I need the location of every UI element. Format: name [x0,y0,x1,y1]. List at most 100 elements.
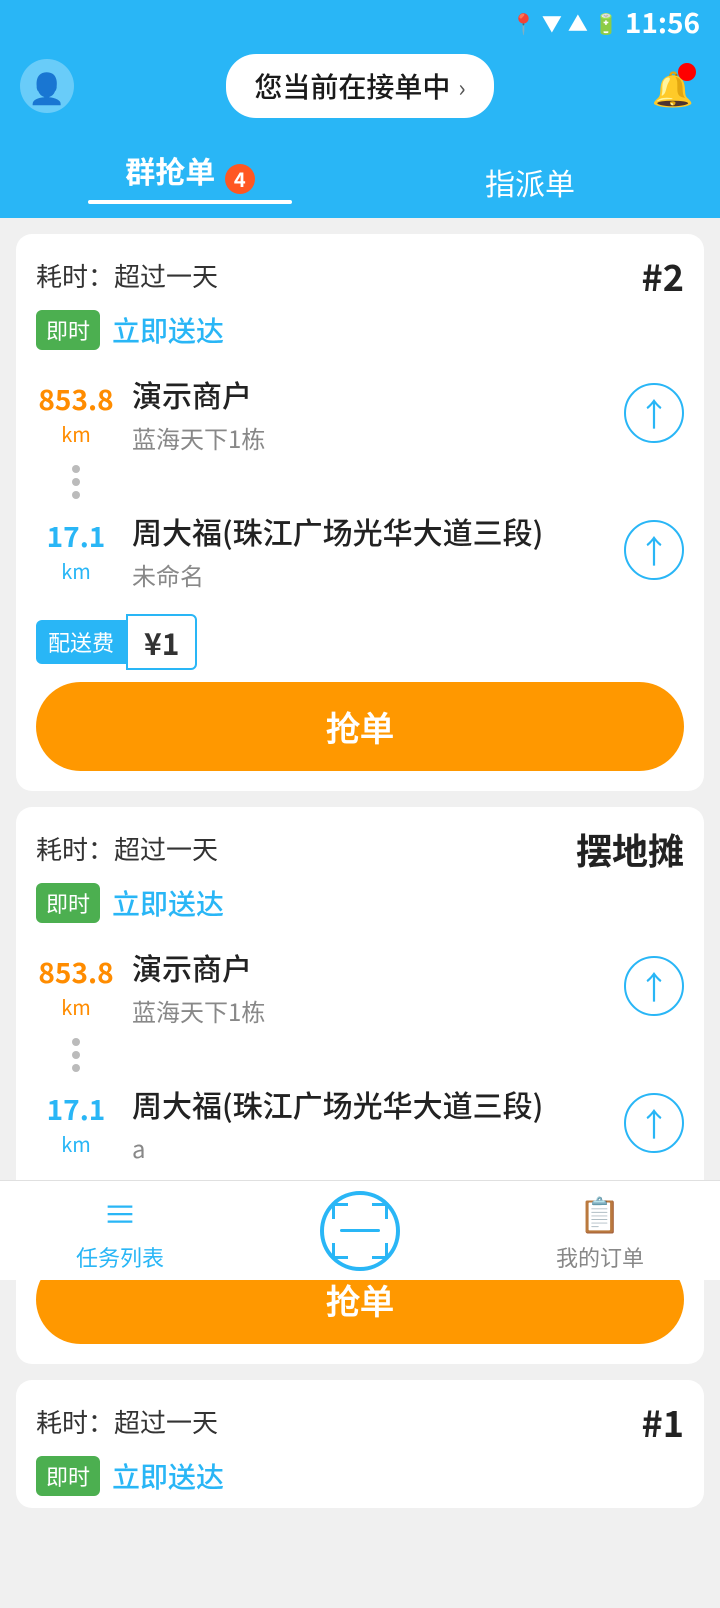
chevron-right-icon: › [458,69,465,104]
delivery-addr-2: a [132,1130,608,1165]
order-card-3: 耗时：超过一天 #1 即时 立即送达 [16,1380,704,1508]
tab-assigned-orders[interactable]: 指派单 [360,146,700,218]
nav-task-list[interactable]: ≡ 任务列表 [0,1188,240,1273]
grab-button-1[interactable]: 抢单 [36,682,684,771]
pickup-addr-1: 蓝海天下1栋 [132,420,608,455]
instant-row-2: 即时 立即送达 [16,883,704,935]
tab-group-orders[interactable]: 群抢单 4 [20,134,360,218]
fee-label-1: 配送费 [36,620,126,664]
card-time-3: 耗时：超过一天 [36,1403,218,1440]
scan-corner-br [372,1243,388,1259]
card-header-3: 耗时：超过一天 #1 [16,1380,704,1456]
instant-row-3: 即时 立即送达 [16,1456,704,1508]
signal-icon: ▲ [568,8,588,37]
pickup-km-1: 853.8 [36,379,116,419]
status-pill[interactable]: 您当前在接单中 › [226,54,493,118]
task-list-label: 任务列表 [76,1241,164,1273]
card-number-3: #1 [642,1396,684,1448]
pickup-unit-2: km [36,992,116,1021]
route-section-2: 853.8 km 演示商户 蓝海天下1栋 ↑ [16,935,704,1175]
bottom-nav: ≡ 任务列表 📋 我的订单 [0,1180,720,1280]
delivery-addr-1: 未命名 [132,557,608,592]
tab-group-label: 群抢单 [125,148,215,192]
my-orders-icon: 📋 [579,1188,621,1237]
pickup-km-2: 853.8 [36,952,116,992]
fee-row-1: 配送费 ¥1 [16,602,704,682]
instant-badge-1: 即时 [36,310,100,350]
delivery-info-2: 周大福(珠江广场光华大道三段) a [132,1082,608,1165]
pickup-unit-1: km [36,419,116,448]
task-list-icon: ≡ [103,1188,137,1237]
delivery-item-2: 17.1 km 周大福(珠江广场光华大道三段) a ↑ [36,1072,684,1175]
pickup-info-2: 演示商户 蓝海天下1栋 [132,945,608,1028]
battery-icon: 🔋 [594,8,619,37]
instant-text-2: 立即送达 [112,883,224,923]
pickup-nav-btn-1[interactable]: ↑ [624,383,684,443]
delivery-item-1: 17.1 km 周大福(珠江广场光华大道三段) 未命名 ↑ [36,499,684,602]
header-top: 👤 您当前在接单中 › 🔔 [20,54,700,118]
delivery-nav-btn-1[interactable]: ↑ [624,520,684,580]
delivery-info-1: 周大福(珠江广场光华大道三段) 未命名 [132,509,608,592]
bell-badge [678,63,696,81]
tab-group-badge: 4 [225,164,255,194]
orders-container: 耗时：超过一天 #2 即时 立即送达 853.8 km 演示商户 蓝海天下1栋 … [0,218,720,1608]
nav-my-orders[interactable]: 📋 我的订单 [480,1188,720,1273]
header: 👤 您当前在接单中 › 🔔 群抢单 4 指派单 [0,44,720,218]
instant-text-3: 立即送达 [112,1456,224,1496]
card-time-2: 耗时：超过一天 [36,830,218,867]
instant-badge-2: 即时 [36,883,100,923]
my-orders-label: 我的订单 [556,1241,644,1273]
nav-up-arrow-icon-3: ↑ [638,963,670,1009]
pickup-item-2: 853.8 km 演示商户 蓝海天下1栋 ↑ [36,935,684,1038]
nav-scan[interactable] [240,1191,480,1271]
bell-button[interactable]: 🔔 [646,59,700,113]
tabs: 群抢单 4 指派单 [20,134,700,218]
delivery-km-1: 17.1 [36,516,116,556]
status-icons: 📍 ▼ ▲ 🔋 11:56 [511,2,700,42]
status-pill-text: 您当前在接单中 [254,66,450,106]
delivery-unit-2: km [36,1129,116,1158]
wifi-icon: ▼ [542,8,562,37]
fee-amount-1: ¥1 [126,614,197,670]
pickup-name-1: 演示商户 [132,372,608,416]
user-icon: 👤 [28,64,65,108]
scan-circle [320,1191,400,1271]
order-card-1: 耗时：超过一天 #2 即时 立即送达 853.8 km 演示商户 蓝海天下1栋 … [16,234,704,791]
delivery-km-2: 17.1 [36,1089,116,1129]
order-card-2: 耗时：超过一天 摆地摊 即时 立即送达 853.8 km 演示商户 蓝海天下1栋… [16,807,704,1364]
nav-up-arrow-icon-1: ↑ [638,390,670,436]
avatar-button[interactable]: 👤 [20,59,74,113]
instant-row-1: 即时 立即送达 [16,310,704,362]
delivery-distance-col-2: 17.1 km [36,1089,116,1158]
pickup-nav-btn-2[interactable]: ↑ [624,956,684,1016]
pickup-info-1: 演示商户 蓝海天下1栋 [132,372,608,455]
status-time: 11:56 [625,2,700,42]
scan-line [340,1229,380,1232]
status-bar: 📍 ▼ ▲ 🔋 11:56 [0,0,720,44]
card-header-2: 耗时：超过一天 摆地摊 [16,807,704,883]
card-number-1: #2 [642,250,684,302]
nav-up-arrow-icon-4: ↑ [638,1100,670,1146]
scan-corner-bl [332,1243,348,1259]
delivery-nav-btn-2[interactable]: ↑ [624,1093,684,1153]
instant-badge-3: 即时 [36,1456,100,1496]
location-icon: 📍 [511,8,536,37]
delivery-name-2: 周大福(珠江广场光华大道三段) [132,1082,608,1126]
nav-up-arrow-icon-2: ↑ [638,527,670,573]
tab-active-indicator [88,200,292,204]
pickup-name-2: 演示商户 [132,945,608,989]
card-time-1: 耗时：超过一天 [36,257,218,294]
instant-text-1: 立即送达 [112,310,224,350]
delivery-unit-1: km [36,556,116,585]
card-header-1: 耗时：超过一天 #2 [16,234,704,310]
pickup-distance-col-2: 853.8 km [36,952,116,1021]
pickup-addr-2: 蓝海天下1栋 [132,993,608,1028]
pickup-distance-col-1: 853.8 km [36,379,116,448]
pickup-item-1: 853.8 km 演示商户 蓝海天下1栋 ↑ [36,362,684,465]
delivery-distance-col-1: 17.1 km [36,516,116,585]
tab-assigned-label: 指派单 [485,160,575,204]
route-section-1: 853.8 km 演示商户 蓝海天下1栋 ↑ [16,362,704,602]
scan-corner-tr [372,1203,388,1219]
card-number-2: 摆地摊 [576,823,684,875]
scan-corner-tl [332,1203,348,1219]
